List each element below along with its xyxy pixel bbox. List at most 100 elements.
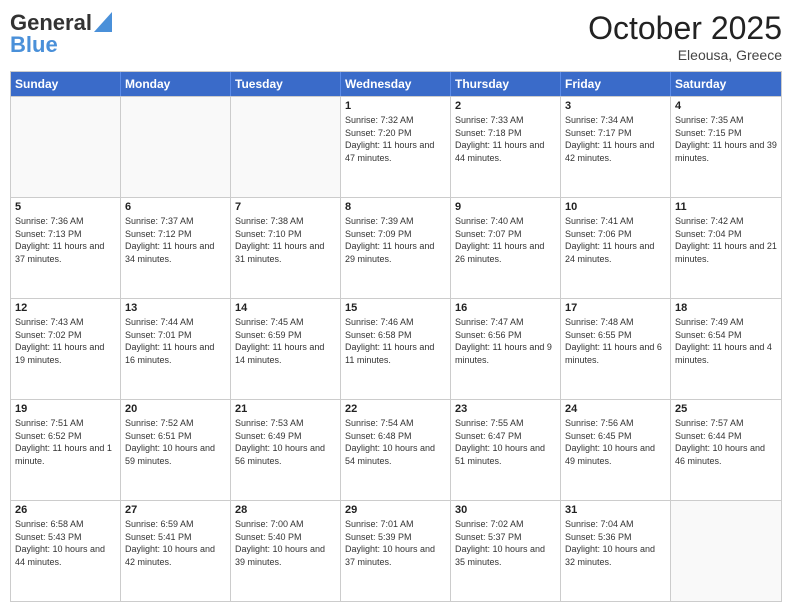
header-day-monday: Monday [121, 72, 231, 96]
day-info: Sunrise: 7:43 AM Sunset: 7:02 PM Dayligh… [15, 316, 116, 366]
day-cell-11: 11Sunrise: 7:42 AM Sunset: 7:04 PM Dayli… [671, 198, 781, 298]
header-day-friday: Friday [561, 72, 671, 96]
day-info: Sunrise: 7:45 AM Sunset: 6:59 PM Dayligh… [235, 316, 336, 366]
day-number: 15 [345, 302, 446, 314]
calendar-page: General Blue October 2025 Eleousa, Greec… [0, 0, 792, 612]
day-info: Sunrise: 7:46 AM Sunset: 6:58 PM Dayligh… [345, 316, 446, 366]
logo-triangle-icon [94, 12, 112, 32]
day-cell-31: 31 Sunrise: 7:04 AM Sunset: 5:36 PM Dayli… [561, 501, 671, 601]
day-cell-18: 18 Sunrise: 7:49 AM Sunset: 6:54 PM Dayli… [671, 299, 781, 399]
day-number: 11 [675, 201, 777, 213]
day-number: 5 [15, 201, 116, 213]
day-cell-12: 12 Sunrise: 7:43 AM Sunset: 7:02 PM Dayli… [11, 299, 121, 399]
day-number: 12 [15, 302, 116, 314]
day-cell-3: 3 Sunrise: 7:34 AM Sunset: 7:17 PM Daylig… [561, 97, 671, 197]
day-number: 29 [345, 504, 446, 516]
day-number: 21 [235, 403, 336, 415]
day-cell-29: 29Sunrise: 7:01 AM Sunset: 5:39 PM Dayli… [341, 501, 451, 601]
day-cell-8: 8 Sunrise: 7:39 AM Sunset: 7:09 PM Daylig… [341, 198, 451, 298]
day-info: Sunrise: 6:58 AM Sunset: 5:43 PM Dayligh… [15, 518, 116, 568]
day-info: Sunrise: 7:39 AM Sunset: 7:09 PM Dayligh… [345, 215, 446, 265]
week-row-1: 1 Sunrise: 7:32 AM Sunset: 7:20 PM Daylig… [11, 96, 781, 197]
day-number: 7 [235, 201, 336, 213]
day-number: 22 [345, 403, 446, 415]
week-row-3: 12 Sunrise: 7:43 AM Sunset: 7:02 PM Dayli… [11, 298, 781, 399]
day-info: Sunrise: 7:48 AM Sunset: 6:55 PM Dayligh… [565, 316, 666, 366]
day-info: Sunrise: 7:36 AM Sunset: 7:13 PM Dayligh… [15, 215, 116, 265]
location: Eleousa, Greece [588, 47, 782, 63]
page-header: General Blue October 2025 Eleousa, Greec… [10, 10, 782, 63]
title-block: October 2025 Eleousa, Greece [588, 10, 782, 63]
day-info: Sunrise: 7:54 AM Sunset: 6:48 PM Dayligh… [345, 417, 446, 467]
day-cell-24: 24Sunrise: 7:56 AM Sunset: 6:45 PM Dayli… [561, 400, 671, 500]
day-info: Sunrise: 7:04 AM Sunset: 5:36 PM Dayligh… [565, 518, 666, 568]
day-number: 28 [235, 504, 336, 516]
day-info: Sunrise: 7:57 AM Sunset: 6:44 PM Dayligh… [675, 417, 777, 467]
day-cell-10: 10 Sunrise: 7:41 AM Sunset: 7:06 PM Dayli… [561, 198, 671, 298]
day-cell-empty [671, 501, 781, 601]
day-cell-22: 22 Sunrise: 7:54 AM Sunset: 6:48 PM Dayli… [341, 400, 451, 500]
day-number: 4 [675, 100, 777, 112]
day-number: 30 [455, 504, 556, 516]
day-cell-4: 4Sunrise: 7:35 AM Sunset: 7:15 PM Daylig… [671, 97, 781, 197]
day-info: Sunrise: 7:49 AM Sunset: 6:54 PM Dayligh… [675, 316, 777, 366]
week-row-4: 19 Sunrise: 7:51 AM Sunset: 6:52 PM Dayli… [11, 399, 781, 500]
header-day-saturday: Saturday [671, 72, 781, 96]
day-cell-9: 9Sunrise: 7:40 AM Sunset: 7:07 PM Daylig… [451, 198, 561, 298]
logo: General Blue [10, 10, 112, 58]
day-cell-empty [231, 97, 341, 197]
day-number: 10 [565, 201, 666, 213]
day-info: Sunrise: 7:02 AM Sunset: 5:37 PM Dayligh… [455, 518, 556, 568]
day-number: 14 [235, 302, 336, 314]
day-cell-28: 28Sunrise: 7:00 AM Sunset: 5:40 PM Dayli… [231, 501, 341, 601]
day-cell-26: 26 Sunrise: 6:58 AM Sunset: 5:43 PM Dayli… [11, 501, 121, 601]
day-info: Sunrise: 7:32 AM Sunset: 7:20 PM Dayligh… [345, 114, 446, 164]
day-info: Sunrise: 7:38 AM Sunset: 7:10 PM Dayligh… [235, 215, 336, 265]
day-cell-19: 19 Sunrise: 7:51 AM Sunset: 6:52 PM Dayli… [11, 400, 121, 500]
day-cell-21: 21Sunrise: 7:53 AM Sunset: 6:49 PM Dayli… [231, 400, 341, 500]
day-cell-7: 7 Sunrise: 7:38 AM Sunset: 7:10 PM Daylig… [231, 198, 341, 298]
day-number: 20 [125, 403, 226, 415]
day-number: 24 [565, 403, 666, 415]
day-cell-16: 16Sunrise: 7:47 AM Sunset: 6:56 PM Dayli… [451, 299, 561, 399]
day-number: 31 [565, 504, 666, 516]
day-info: Sunrise: 7:44 AM Sunset: 7:01 PM Dayligh… [125, 316, 226, 366]
day-cell-13: 13 Sunrise: 7:44 AM Sunset: 7:01 PM Dayli… [121, 299, 231, 399]
day-cell-2: 2Sunrise: 7:33 AM Sunset: 7:18 PM Daylig… [451, 97, 561, 197]
day-cell-15: 15 Sunrise: 7:46 AM Sunset: 6:58 PM Dayli… [341, 299, 451, 399]
header-day-tuesday: Tuesday [231, 72, 341, 96]
calendar: SundayMondayTuesdayWednesdayThursdayFrid… [10, 71, 782, 602]
day-cell-20: 20 Sunrise: 7:52 AM Sunset: 6:51 PM Dayli… [121, 400, 231, 500]
day-cell-17: 17Sunrise: 7:48 AM Sunset: 6:55 PM Dayli… [561, 299, 671, 399]
day-number: 3 [565, 100, 666, 112]
day-number: 25 [675, 403, 777, 415]
day-cell-empty [121, 97, 231, 197]
header-day-thursday: Thursday [451, 72, 561, 96]
calendar-body: 1 Sunrise: 7:32 AM Sunset: 7:20 PM Daylig… [11, 96, 781, 601]
day-number: 18 [675, 302, 777, 314]
day-cell-6: 6 Sunrise: 7:37 AM Sunset: 7:12 PM Daylig… [121, 198, 231, 298]
day-number: 6 [125, 201, 226, 213]
day-number: 16 [455, 302, 556, 314]
day-cell-14: 14 Sunrise: 7:45 AM Sunset: 6:59 PM Dayli… [231, 299, 341, 399]
day-info: Sunrise: 7:33 AM Sunset: 7:18 PM Dayligh… [455, 114, 556, 164]
day-cell-27: 27 Sunrise: 6:59 AM Sunset: 5:41 PM Dayli… [121, 501, 231, 601]
day-info: Sunrise: 7:52 AM Sunset: 6:51 PM Dayligh… [125, 417, 226, 467]
day-number: 13 [125, 302, 226, 314]
month-title: October 2025 [588, 10, 782, 47]
day-info: Sunrise: 7:37 AM Sunset: 7:12 PM Dayligh… [125, 215, 226, 265]
day-number: 1 [345, 100, 446, 112]
day-number: 8 [345, 201, 446, 213]
day-number: 9 [455, 201, 556, 213]
day-number: 27 [125, 504, 226, 516]
week-row-5: 26 Sunrise: 6:58 AM Sunset: 5:43 PM Dayli… [11, 500, 781, 601]
logo-blue: Blue [10, 32, 58, 58]
day-info: Sunrise: 6:59 AM Sunset: 5:41 PM Dayligh… [125, 518, 226, 568]
day-info: Sunrise: 7:41 AM Sunset: 7:06 PM Dayligh… [565, 215, 666, 265]
day-number: 26 [15, 504, 116, 516]
header-day-sunday: Sunday [11, 72, 121, 96]
day-number: 19 [15, 403, 116, 415]
day-info: Sunrise: 7:51 AM Sunset: 6:52 PM Dayligh… [15, 417, 116, 467]
day-info: Sunrise: 7:55 AM Sunset: 6:47 PM Dayligh… [455, 417, 556, 467]
day-info: Sunrise: 7:34 AM Sunset: 7:17 PM Dayligh… [565, 114, 666, 164]
